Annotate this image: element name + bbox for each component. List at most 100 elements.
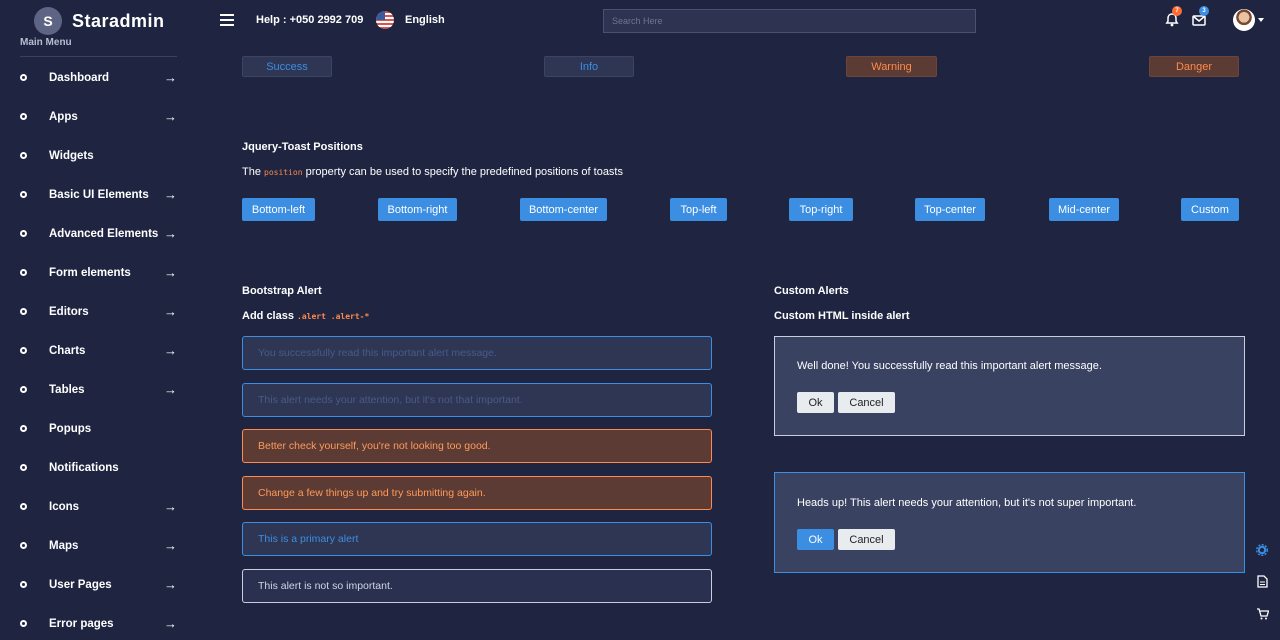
help-phone: Help : +050 2992 709 — [256, 14, 364, 26]
bootstrap-desc-code: .alert .alert-* — [297, 312, 370, 321]
arrow-right-icon: → — [164, 304, 177, 319]
arrow-right-icon: → — [164, 538, 177, 553]
sidebar-menu: Dashboard → Apps → Widgets Basic UI Elemen… — [0, 58, 200, 640]
sidebar-item-user-pages[interactable]: User Pages → — [0, 565, 200, 604]
circle-bullet-icon — [20, 581, 27, 588]
bottom-right-button[interactable]: Bottom-right — [378, 198, 457, 221]
custom-alert-success: Well done! You successfully read this im… — [774, 336, 1245, 436]
notification-count-badge: 7 — [1172, 6, 1182, 16]
search-input[interactable] — [603, 9, 976, 33]
cancel-button[interactable]: Cancel — [838, 392, 895, 413]
sidebar-item-error-pages[interactable]: Error pages → — [0, 604, 200, 640]
sidebar-item-label: Notifications — [49, 461, 119, 474]
document-icon[interactable] — [1249, 568, 1275, 594]
sidebar-item-maps[interactable]: Maps → — [0, 526, 200, 565]
bottom-left-button[interactable]: Bottom-left — [242, 198, 315, 221]
cancel-button[interactable]: Cancel — [838, 529, 895, 550]
ok-button[interactable]: Ok — [797, 529, 834, 550]
alert-light: This alert is not so important. — [242, 569, 712, 603]
message-count-badge: 3 — [1199, 6, 1209, 16]
chevron-down-icon[interactable] — [1258, 18, 1264, 22]
alert-primary: This is a primary alert — [242, 522, 712, 556]
arrow-right-icon: → — [164, 265, 177, 280]
info-toast-button[interactable]: Info — [544, 56, 634, 77]
positions-desc-after: property can be used to specify the pred… — [305, 166, 623, 178]
bell-icon[interactable]: 7 — [1164, 6, 1182, 28]
circle-bullet-icon — [20, 620, 27, 627]
sidebar-item-widgets[interactable]: Widgets — [0, 136, 200, 175]
top-navbar: Help : +050 2992 709 English 7 3 — [200, 0, 1280, 42]
sidebar-item-label: Tables — [49, 383, 85, 396]
circle-bullet-icon — [20, 113, 27, 120]
top-right-button[interactable]: Top-right — [789, 198, 853, 221]
top-left-button[interactable]: Top-left — [670, 198, 727, 221]
bottom-center-button[interactable]: Bottom-center — [520, 198, 607, 221]
sidebar-item-advanced[interactable]: Advanced Elements → — [0, 214, 200, 253]
alert-success: You successfully read this important ale… — [242, 336, 712, 370]
us-flag-icon[interactable] — [376, 11, 394, 29]
custom-position-button[interactable]: Custom — [1181, 198, 1239, 221]
danger-toast-button[interactable]: Danger — [1149, 56, 1239, 77]
circle-bullet-icon — [20, 464, 27, 471]
main-content: Success Info Warning Danger Jquery-Toast… — [200, 42, 1280, 640]
circle-bullet-icon — [20, 425, 27, 432]
top-center-button[interactable]: Top-center — [915, 198, 985, 221]
user-avatar[interactable] — [1233, 9, 1255, 31]
positions-desc-code: position — [264, 168, 303, 177]
arrow-right-icon: → — [164, 577, 177, 592]
positions-desc-before: The — [242, 166, 261, 178]
sidebar-item-label: Basic UI Elements — [49, 188, 149, 201]
sidebar-item-label: Widgets — [49, 149, 94, 162]
sidebar-item-label: Form elements — [49, 266, 131, 279]
brand[interactable]: S Staradmin — [34, 7, 165, 35]
hamburger-icon[interactable] — [220, 14, 234, 26]
warning-toast-button[interactable]: Warning — [846, 56, 937, 77]
bootstrap-alert-title: Bootstrap Alert — [242, 285, 322, 297]
alert-warning: Better check yourself, you're not lookin… — [242, 429, 712, 463]
custom-alert-text: Heads up! This alert needs your attentio… — [797, 497, 1137, 509]
circle-bullet-icon — [20, 74, 27, 81]
positions-description: The position property can be used to spe… — [242, 166, 623, 178]
arrow-right-icon: → — [164, 382, 177, 397]
sidebar-item-label: Advanced Elements — [49, 227, 159, 240]
circle-bullet-icon — [20, 191, 27, 198]
arrow-right-icon: → — [164, 343, 177, 358]
circle-bullet-icon — [20, 269, 27, 276]
brand-name: Staradmin — [72, 10, 165, 31]
mail-icon[interactable]: 3 — [1191, 6, 1209, 28]
bootstrap-alert-description: Add class .alert .alert-* — [242, 310, 369, 322]
sidebar-item-notifications[interactable]: Notifications — [0, 448, 200, 487]
circle-bullet-icon — [20, 230, 27, 237]
custom-alerts-description: Custom HTML inside alert — [774, 310, 910, 322]
sidebar-item-label: Popups — [49, 422, 92, 435]
mid-center-button[interactable]: Mid-center — [1049, 198, 1119, 221]
circle-bullet-icon — [20, 503, 27, 510]
ok-button[interactable]: Ok — [797, 392, 834, 413]
circle-bullet-icon — [20, 308, 27, 315]
positions-title: Jquery-Toast Positions — [242, 141, 363, 153]
circle-bullet-icon — [20, 152, 27, 159]
sidebar-item-tables[interactable]: Tables → — [0, 370, 200, 409]
success-toast-button[interactable]: Success — [242, 56, 332, 77]
sidebar-item-label: Dashboard — [49, 71, 110, 84]
circle-bullet-icon — [20, 542, 27, 549]
custom-alerts-title: Custom Alerts — [774, 285, 849, 297]
sidebar-item-charts[interactable]: Charts → — [0, 331, 200, 370]
language-selector[interactable]: English — [405, 14, 445, 26]
sidebar-item-label: Editors — [49, 305, 89, 318]
sidebar-item-basic-ui[interactable]: Basic UI Elements → — [0, 175, 200, 214]
sidebar: S Staradmin Main Menu Dashboard → Apps → W… — [0, 0, 200, 640]
sidebar-item-popups[interactable]: Popups — [0, 409, 200, 448]
sidebar-item-apps[interactable]: Apps → — [0, 97, 200, 136]
sidebar-item-forms[interactable]: Form elements → — [0, 253, 200, 292]
sidebar-item-dashboard[interactable]: Dashboard → — [0, 58, 200, 97]
menu-caption: Main Menu — [20, 37, 72, 46]
cart-icon[interactable] — [1249, 601, 1275, 627]
sidebar-item-editors[interactable]: Editors → — [0, 292, 200, 331]
gear-icon[interactable] — [1249, 537, 1275, 563]
sidebar-item-label: Apps — [49, 110, 78, 123]
arrow-right-icon: → — [164, 499, 177, 514]
sidebar-item-icons[interactable]: Icons → — [0, 487, 200, 526]
circle-bullet-icon — [20, 386, 27, 393]
alert-danger: Change a few things up and try submittin… — [242, 476, 712, 510]
